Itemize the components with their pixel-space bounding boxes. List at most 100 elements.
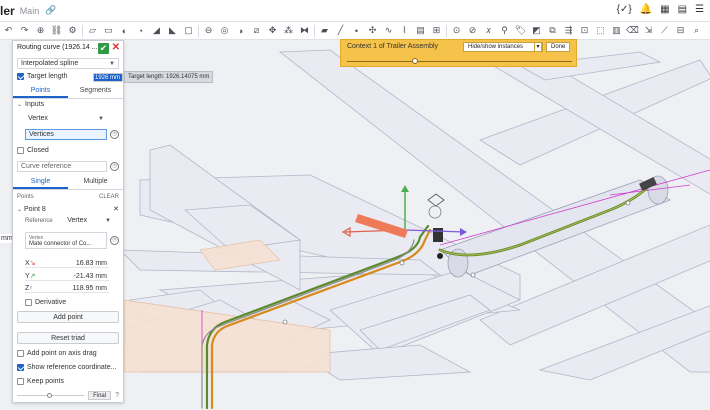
variables-icon[interactable]: {✓} xyxy=(617,4,632,15)
context-slider-knob[interactable] xyxy=(411,58,418,64)
clear-points-button[interactable]: CLEAR xyxy=(99,194,119,200)
context-done-button[interactable]: Done xyxy=(546,42,571,52)
target-length-checkbox[interactable] xyxy=(17,73,24,80)
remove-point-icon[interactable]: ✕ xyxy=(113,205,119,213)
rollback-slider[interactable] xyxy=(17,393,85,398)
inputs-section-label: Inputs xyxy=(25,101,45,108)
keep-points-checkbox[interactable] xyxy=(17,378,24,385)
surface-icon[interactable]: ◩ xyxy=(530,24,543,37)
move-face-icon[interactable]: ⇲ xyxy=(642,24,655,37)
wrap-icon[interactable]: ⬚ xyxy=(594,24,607,37)
route-icon[interactable]: ⚲ xyxy=(498,24,511,37)
helix-icon[interactable]: ∿ xyxy=(382,24,395,37)
section-icon[interactable]: ⊘ xyxy=(466,24,479,37)
z-offset-input[interactable]: 118.95 mm xyxy=(41,285,109,292)
tab-multiple[interactable]: Multiple xyxy=(68,176,123,189)
derived-icon[interactable]: ⇶ xyxy=(562,24,575,37)
context-slider[interactable] xyxy=(347,58,572,64)
boolean-icon[interactable]: ◑ xyxy=(234,24,247,37)
thicken-icon[interactable]: ▥ xyxy=(610,24,623,37)
help-icon[interactable]: ? xyxy=(115,392,119,399)
shell-icon[interactable]: ▢ xyxy=(182,24,195,37)
sweep-icon[interactable]: ◔ xyxy=(134,24,147,37)
fillet-icon[interactable]: ◢ xyxy=(150,24,163,37)
routing-curve-dialog: Routing curve (1926.14 ... ✔ ✕ Interpola… xyxy=(12,40,124,403)
chamfer-icon[interactable]: ◣ xyxy=(166,24,179,37)
document-icon[interactable]: ▤ xyxy=(678,4,687,15)
split-icon[interactable]: ⧄ xyxy=(250,24,263,37)
document-title[interactable]: ler xyxy=(0,4,15,18)
branch-name[interactable]: Main xyxy=(20,6,40,16)
derivative-checkbox[interactable] xyxy=(25,299,32,306)
cancel-icon[interactable]: ✕ xyxy=(112,42,120,53)
composite-icon[interactable]: ⧉ xyxy=(546,24,559,37)
cylinder-icon[interactable]: ⊖ xyxy=(202,24,215,37)
undo-icon[interactable]: ↶ xyxy=(2,24,15,37)
clock-icon[interactable]: ◷ xyxy=(110,236,119,245)
tag-icon[interactable]: 🏷 xyxy=(514,24,527,37)
final-button[interactable]: Final xyxy=(88,391,112,400)
frame-icon[interactable]: ⊞ xyxy=(430,24,443,37)
variable-icon[interactable]: 𝑥 xyxy=(482,24,495,37)
plane-icon[interactable]: ▰ xyxy=(318,24,331,37)
curve-icon[interactable]: ⌇ xyxy=(398,24,411,37)
reset-triad-label: Reset triad xyxy=(51,334,85,342)
link-icon[interactable]: 🔗 xyxy=(45,5,56,16)
tab-segments[interactable]: Segments xyxy=(68,85,123,98)
pattern-icon[interactable]: ⁂ xyxy=(282,24,295,37)
link-tool-icon[interactable]: ⛓ xyxy=(50,24,63,37)
input-type-select[interactable]: Vertex ▼ xyxy=(25,113,107,124)
curve-reference-field[interactable]: Curve reference xyxy=(17,161,107,172)
point-row[interactable]: ⌄ Point 8 xyxy=(17,206,46,213)
point-name: Point 8 xyxy=(23,205,46,213)
target-length-input[interactable]: 1926 mm xyxy=(93,73,123,82)
redo-icon[interactable]: ↷ xyxy=(18,24,31,37)
delete-face-icon[interactable]: ⌫ xyxy=(626,24,639,37)
tab-points[interactable]: Points xyxy=(13,85,68,98)
clock-icon[interactable]: ◷ xyxy=(110,162,119,171)
y-offset-input[interactable]: -21.43 mm xyxy=(41,273,109,280)
points-segments-tabs: Points Segments xyxy=(13,85,123,99)
search-tool-icon[interactable]: ⌕ xyxy=(690,24,703,37)
hide-show-dropdown-caret[interactable]: ▾ xyxy=(534,42,542,52)
bell-icon[interactable]: 🔔 xyxy=(640,4,652,15)
app-window: ler Main 🔗 {✓} 🔔 ▦ ▤ ☰ ↶ ↷ ⊕ ⛓ ⚙ ▱ ▭ ◐ ◔… xyxy=(0,0,710,410)
rib-icon[interactable]: ⊟ xyxy=(674,24,687,37)
spline-type-select[interactable]: Interpolated spline ▼ xyxy=(17,58,119,69)
draft-icon[interactable]: ⟋ xyxy=(658,24,671,37)
axis-icon[interactable]: ╱ xyxy=(334,24,347,37)
sketch-icon[interactable]: ▱ xyxy=(86,24,99,37)
x-offset-row: X↘ 16.83 mm xyxy=(25,259,109,268)
title-bar: ler Main 🔗 {✓} 🔔 ▦ ▤ ☰ xyxy=(0,0,710,22)
gear-tool-icon[interactable]: ⚙ xyxy=(66,24,79,37)
mirror-icon[interactable]: ⧓ xyxy=(298,24,311,37)
mate-connector-icon[interactable]: ✣ xyxy=(366,24,379,37)
hole-icon[interactable]: ◎ xyxy=(218,24,231,37)
hide-show-instances-button[interactable]: Hide/show instances xyxy=(463,42,543,52)
reset-triad-button[interactable]: Reset triad xyxy=(17,332,119,344)
grid-icon[interactable]: ▦ xyxy=(660,4,669,15)
closed-checkbox[interactable] xyxy=(17,147,24,154)
insert-icon[interactable]: ⊕ xyxy=(34,24,47,37)
vertices-field[interactable]: Vertices xyxy=(25,129,107,140)
clock-icon[interactable]: ◷ xyxy=(110,130,119,139)
chevron-down-icon[interactable]: ⌄ xyxy=(17,101,22,108)
replicate-icon[interactable]: ⊡ xyxy=(578,24,591,37)
sheet-metal-icon[interactable]: ▤ xyxy=(414,24,427,37)
add-point-axis-checkbox[interactable] xyxy=(17,350,24,357)
chevron-down-icon: ▼ xyxy=(98,115,104,122)
rollback-slider-knob[interactable] xyxy=(47,393,52,398)
x-offset-input[interactable]: 16.83 mm xyxy=(41,260,109,267)
reference-select[interactable]: Vertex ▼ xyxy=(67,217,111,224)
revolve-icon[interactable]: ◐ xyxy=(118,24,131,37)
point-icon[interactable]: • xyxy=(350,24,363,37)
add-point-button[interactable]: Add point xyxy=(17,311,119,323)
vertex-field[interactable]: Vertex Mate connector of Co... xyxy=(25,232,107,249)
extrude-icon[interactable]: ▭ xyxy=(102,24,115,37)
tab-single[interactable]: Single xyxy=(13,176,68,189)
transform-icon[interactable]: ✥ xyxy=(266,24,279,37)
measure-icon[interactable]: ⊙ xyxy=(450,24,463,37)
show-reference-checkbox[interactable] xyxy=(17,364,24,371)
menu-icon[interactable]: ☰ xyxy=(695,4,704,15)
confirm-button[interactable]: ✔ xyxy=(98,43,109,54)
